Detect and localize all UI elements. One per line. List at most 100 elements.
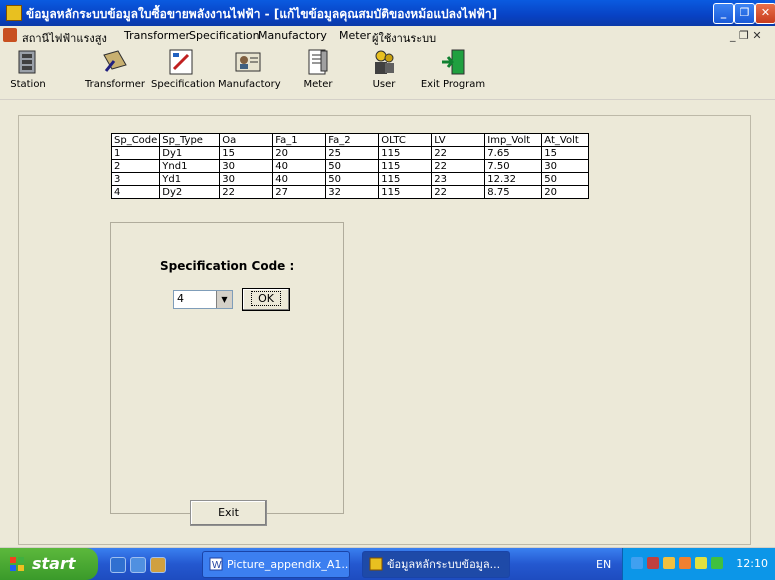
specification-code-select[interactable]: 4 ▼	[173, 290, 233, 309]
windows-logo-icon	[10, 557, 24, 571]
meter-icon	[308, 49, 328, 75]
table-row[interactable]: 4 Dy2 22 27 32 115 22 8.75 20	[110, 185, 590, 199]
taskbar-item-label: ข้อมูลหลักระบบข้อมูล...	[387, 558, 501, 571]
table-cell: 50	[325, 159, 380, 173]
toolbar-transformer-button[interactable]: Transformer	[82, 47, 148, 90]
toolbar-specification-button[interactable]: Specification	[151, 47, 215, 90]
restore-button[interactable]: ❐	[734, 3, 755, 24]
column-header[interactable]: Oa	[219, 133, 274, 147]
table-cell: 40	[272, 172, 327, 186]
transformer-icon	[103, 50, 127, 72]
toolbar-user-button[interactable]: User	[366, 47, 402, 90]
browser-icon[interactable]	[130, 557, 146, 573]
table-cell: Dy2	[159, 185, 221, 199]
start-label: start	[32, 554, 76, 573]
toolbar-exit-program-label: Exit Program	[420, 79, 486, 90]
table-cell: 115	[378, 172, 433, 186]
table-cell: 7.65	[484, 146, 543, 160]
table-cell: 30	[541, 159, 590, 173]
table-cell: Yd1	[159, 172, 221, 186]
table-cell: 22	[431, 185, 486, 199]
messenger-icon[interactable]	[711, 557, 723, 569]
toolbar: Station Transformer Specification Manufa…	[0, 45, 775, 99]
menu-item-meter[interactable]: Meter	[339, 29, 371, 42]
toolbar-exit-program-button[interactable]: Exit Program	[420, 47, 486, 90]
table-cell: 1	[110, 146, 161, 160]
table-cell: 7.50	[484, 159, 543, 173]
table-cell: 22	[431, 146, 486, 160]
toolbar-manufactory-label: Manufactory	[218, 79, 281, 90]
table-cell: 115	[378, 159, 433, 173]
table-header-row: Sp_Code Sp_Type Oa Fa_1 Fa_2 OLTC LV Imp…	[110, 133, 590, 147]
table-cell: Ynd1	[159, 159, 221, 173]
system-tray: 12:10	[622, 548, 775, 580]
mdi-window-controls[interactable]: _ ❐ ✕	[730, 29, 762, 42]
minimize-button[interactable]: _	[713, 3, 734, 24]
column-header[interactable]: Fa_2	[325, 133, 380, 147]
show-desktop-icon[interactable]	[150, 557, 166, 573]
selected-code-value: 4	[177, 292, 184, 305]
speaker-icon[interactable]	[663, 557, 675, 569]
table-cell: 15	[219, 146, 274, 160]
internet-explorer-icon[interactable]	[110, 557, 126, 573]
toolbar-manufactory-button[interactable]: Manufactory	[218, 47, 281, 90]
table-cell: 50	[325, 172, 380, 186]
close-button[interactable]: ✕	[755, 3, 775, 24]
table-cell: 30	[219, 159, 274, 173]
app-icon	[6, 5, 22, 21]
table-cell: 3	[110, 172, 161, 186]
toolbar-station-label: Station	[10, 79, 46, 90]
specification-table: Sp_Code Sp_Type Oa Fa_1 Fa_2 OLTC LV Imp…	[110, 133, 590, 199]
table-row[interactable]: 3 Yd1 30 40 50 115 23 12.32 50	[110, 172, 590, 186]
menu-bar: สถานีไฟฟ้าแรงสูง Transformer Specificati…	[0, 26, 775, 46]
svg-text:W: W	[212, 560, 222, 571]
table-cell: 4	[110, 185, 161, 199]
taskbar-item-label: Picture_appendix_A1...	[227, 558, 350, 571]
specification-code-label: Specification Code :	[160, 259, 295, 273]
menu-item-manufactory[interactable]: Manufactory	[258, 29, 327, 42]
table-cell: 27	[272, 185, 327, 199]
toolbar-meter-label: Meter	[303, 79, 333, 90]
toolbar-transformer-label: Transformer	[84, 79, 145, 90]
column-header[interactable]: Sp_Code	[110, 133, 161, 147]
window-titlebar[interactable]: ข้อมูลหลักระบบข้อมูลใบซื้อขายพลังงานไฟฟ้…	[0, 0, 775, 26]
specification-icon	[169, 49, 193, 75]
menu-item-transformer[interactable]: Transformer	[124, 29, 190, 42]
exit-button[interactable]: Exit	[190, 500, 267, 526]
column-header[interactable]: LV	[431, 133, 486, 147]
security-icon[interactable]	[647, 557, 659, 569]
ok-button-label: OK	[251, 291, 281, 306]
user-icon	[375, 50, 394, 74]
table-cell: 50	[541, 172, 590, 186]
table-cell: 12.32	[484, 172, 543, 186]
table-row[interactable]: 1 Dy1 15 20 25 115 22 7.65 15	[110, 146, 590, 160]
table-cell: 23	[431, 172, 486, 186]
tray-app-icon[interactable]	[695, 557, 707, 569]
language-indicator[interactable]: EN	[596, 558, 611, 571]
table-cell: 2	[110, 159, 161, 173]
taskbar-item-app[interactable]: ข้อมูลหลักระบบข้อมูล...	[362, 551, 510, 578]
chevron-down-icon[interactable]: ▼	[216, 291, 232, 308]
column-header[interactable]: OLTC	[378, 133, 433, 147]
update-icon[interactable]	[679, 557, 691, 569]
table-cell: 20	[272, 146, 327, 160]
word-document-icon: W	[209, 557, 223, 571]
taskbar-item-word[interactable]: W Picture_appendix_A1...	[202, 551, 350, 578]
column-header[interactable]: Sp_Type	[159, 133, 221, 147]
toolbar-station-button[interactable]: Station	[6, 47, 50, 90]
column-header[interactable]: At_Volt	[541, 133, 590, 147]
mdi-child-icon[interactable]	[3, 28, 17, 42]
column-header[interactable]: Fa_1	[272, 133, 327, 147]
table-cell: 30	[219, 172, 274, 186]
manufactory-icon	[235, 52, 261, 72]
column-header[interactable]: Imp_Volt	[484, 133, 543, 147]
table-row[interactable]: 2 Ynd1 30 40 50 115 22 7.50 30	[110, 159, 590, 173]
taskbar: start W Picture_appendix_A1... ข้อมูลหลั…	[0, 548, 775, 580]
toolbar-meter-button[interactable]: Meter	[298, 47, 338, 90]
ok-button[interactable]: OK	[242, 288, 290, 311]
station-icon	[18, 50, 36, 74]
network-icon[interactable]	[631, 557, 643, 569]
table-cell: Dy1	[159, 146, 221, 160]
start-button[interactable]: start	[0, 548, 98, 580]
menu-item-specification[interactable]: Specification	[189, 29, 260, 42]
